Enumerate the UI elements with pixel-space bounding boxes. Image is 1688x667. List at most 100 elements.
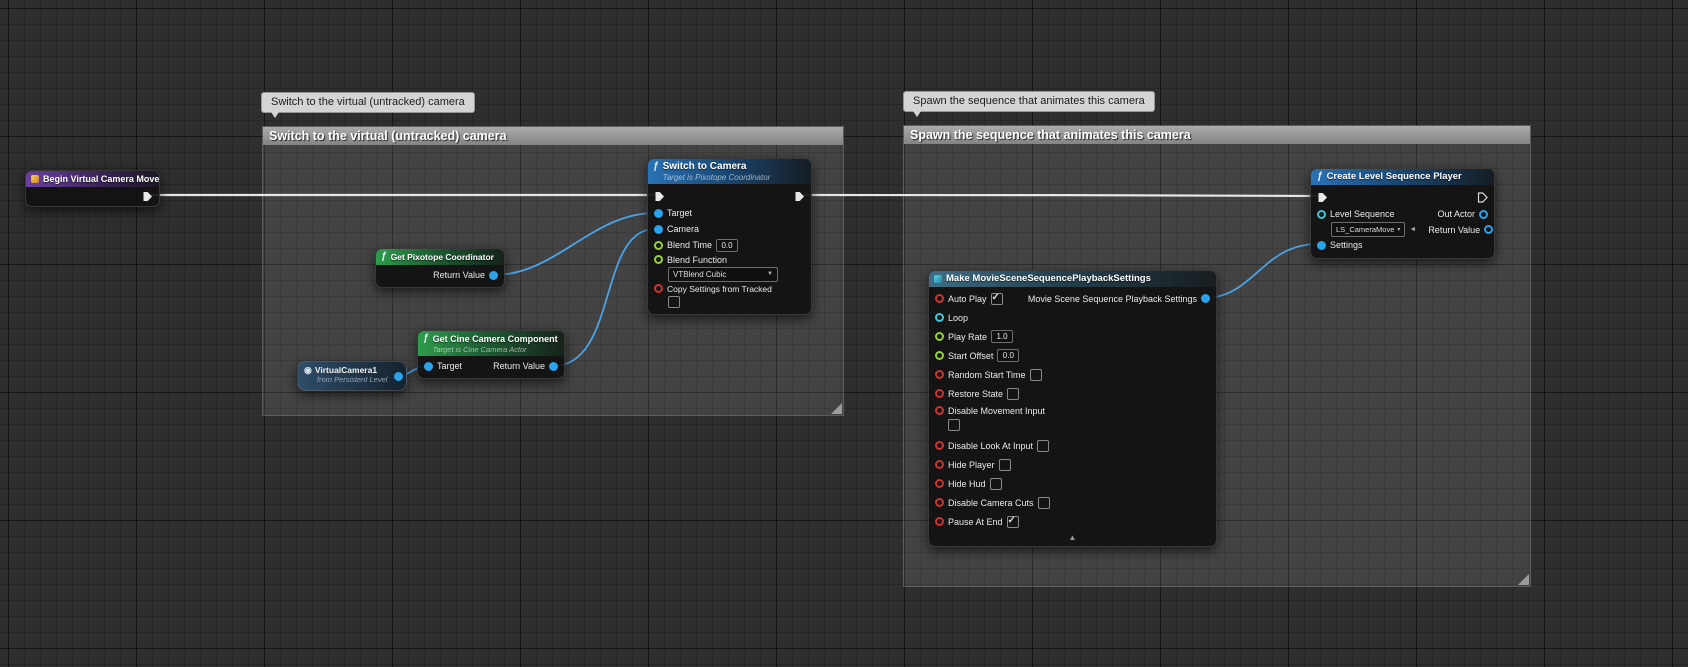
exec-in-pin[interactable] (654, 191, 665, 202)
actor-out-pin[interactable] (394, 372, 403, 381)
settings-out-pin[interactable] (1201, 294, 1210, 303)
level-sequence-pin[interactable] (1317, 210, 1326, 219)
node-begin-virtual-camera-move[interactable]: Begin Virtual Camera Move (25, 170, 160, 207)
node-title: Get Cine Camera Component (433, 333, 558, 345)
pin-label: Movie Scene Sequence Playback Settings (1028, 294, 1197, 304)
pin-label: Disable Look At Input (948, 441, 1033, 451)
auto-play-checkbox[interactable] (991, 293, 1003, 305)
node-title: Create Level Sequence Player (1327, 171, 1462, 183)
blend-time-pin[interactable] (654, 241, 663, 250)
random-start-time-checkbox[interactable] (1030, 369, 1042, 381)
hide-hud-pin[interactable] (935, 479, 944, 488)
node-create-level-sequence-player[interactable]: ƒ Create Level Sequence Player Level Seq… (1310, 168, 1495, 259)
target-pin[interactable] (424, 362, 433, 371)
exec-out-pin[interactable] (794, 191, 805, 202)
chevron-down-icon: ▼ (767, 271, 773, 277)
pin-label: Pause At End (948, 517, 1003, 527)
node-get-pixotope-coordinator[interactable]: ƒ Get Pixotope Coordinator Return Value (375, 248, 505, 288)
node-get-cine-camera-component[interactable]: ƒ Get Cine Camera Component Target is Ci… (417, 330, 565, 379)
restore-state-checkbox[interactable] (1007, 388, 1019, 400)
settings-pin[interactable] (1317, 241, 1326, 250)
start-offset-input[interactable]: 0.0 (997, 349, 1019, 362)
blueprint-canvas[interactable]: Switch to the virtual (untracked) camera… (0, 0, 1688, 667)
pin-label: Disable Camera Cuts (948, 498, 1034, 508)
pause-at-end-checkbox[interactable] (1007, 516, 1019, 528)
hide-player-checkbox[interactable] (999, 459, 1011, 471)
comment-title[interactable]: Spawn the sequence that animates this ca… (904, 126, 1530, 144)
node-switch-to-camera[interactable]: ƒ Switch to Camera Target is Pixotope Co… (647, 158, 812, 315)
dropdown-value: LS_CameraMove (1336, 225, 1394, 234)
pin-label: Disable Movement Input (948, 406, 1045, 416)
pin-label: Camera (667, 224, 699, 234)
loop-pin[interactable] (935, 313, 944, 322)
pin-label: Blend Function (667, 255, 727, 265)
use-selected-asset-icon[interactable]: ◄ (1409, 226, 1416, 233)
level-sequence-dropdown[interactable]: LS_CameraMove ▾ (1331, 222, 1405, 237)
node-title: Make MovieSceneSequencePlaybackSettings (946, 273, 1151, 285)
auto-play-pin[interactable] (935, 294, 944, 303)
camera-pin[interactable] (654, 225, 663, 234)
event-icon (31, 175, 39, 183)
function-icon: ƒ (653, 161, 659, 173)
exec-out-pin[interactable] (142, 191, 153, 202)
pin-label: Settings (1330, 240, 1363, 250)
copy-settings-checkbox[interactable] (668, 296, 680, 308)
pin-label: Return Value (433, 270, 485, 280)
return-value-pin[interactable] (549, 362, 558, 371)
disable-look-at-input-pin[interactable] (935, 441, 944, 450)
disable-camera-cuts-checkbox[interactable] (1038, 497, 1050, 509)
disable-look-at-input-checkbox[interactable] (1037, 440, 1049, 452)
exec-in-pin[interactable] (1317, 192, 1328, 203)
pin-label: Return Value (493, 361, 545, 371)
node-subtitle: Target is Pixotope Coordinator (663, 173, 771, 182)
copy-settings-pin[interactable] (654, 284, 663, 293)
start-offset-pin[interactable] (935, 351, 944, 360)
node-virtual-camera1-reference[interactable]: ◉ VirtualCamera1 from Persistent Level (297, 361, 407, 391)
blend-time-input[interactable]: 0.0 (716, 239, 738, 252)
target-pin[interactable] (654, 209, 663, 218)
pin-label: Hide Hud (948, 479, 986, 489)
pin-label: Level Sequence (1330, 209, 1395, 219)
pin-label: Random Start Time (948, 370, 1026, 380)
hide-hud-checkbox[interactable] (990, 478, 1002, 490)
disable-camera-cuts-pin[interactable] (935, 498, 944, 507)
disable-movement-input-checkbox[interactable] (948, 419, 960, 431)
play-rate-input[interactable]: 1.0 (991, 330, 1013, 343)
pin-label: Auto Play (948, 294, 987, 304)
node-title: Switch to Camera (663, 161, 771, 173)
random-start-time-pin[interactable] (935, 370, 944, 379)
function-icon: ƒ (423, 333, 429, 345)
pin-label: Target (667, 208, 692, 218)
pin-label: Blend Time (667, 240, 712, 250)
node-title: VirtualCamera1 (315, 365, 377, 375)
pin-label: Return Value (1428, 225, 1480, 235)
return-value-pin[interactable] (489, 271, 498, 280)
disable-movement-input-pin[interactable] (935, 406, 944, 415)
out-actor-pin[interactable] (1479, 210, 1488, 219)
pin-label: Copy Settings from Tracked (667, 284, 772, 294)
collapse-arrow-icon[interactable]: ▲ (929, 531, 1216, 544)
play-rate-pin[interactable] (935, 332, 944, 341)
chevron-down-icon: ▾ (1397, 226, 1400, 233)
node-make-playback-settings[interactable]: Make MovieSceneSequencePlaybackSettings … (928, 270, 1217, 547)
camera-actor-icon: ◉ (304, 365, 312, 375)
pin-label: Target (437, 361, 462, 371)
comment-bubble-switch-camera: Switch to the virtual (untracked) camera (261, 92, 475, 113)
node-subtitle: Target is Cine Camera Actor (433, 345, 558, 354)
return-value-pin[interactable] (1484, 225, 1493, 234)
restore-state-pin[interactable] (935, 389, 944, 398)
node-title: Begin Virtual Camera Move (43, 173, 159, 185)
blend-function-dropdown[interactable]: VTBlend Cubic ▼ (668, 267, 778, 282)
pin-label: Hide Player (948, 460, 995, 470)
hide-player-pin[interactable] (935, 460, 944, 469)
comment-title[interactable]: Switch to the virtual (untracked) camera (263, 127, 843, 145)
blend-function-pin[interactable] (654, 255, 663, 264)
function-icon: ƒ (381, 251, 387, 263)
pause-at-end-pin[interactable] (935, 517, 944, 526)
pin-label: Out Actor (1437, 209, 1475, 219)
exec-out-pin[interactable] (1477, 192, 1488, 203)
pin-label: Restore State (948, 389, 1003, 399)
pin-label: Start Offset (948, 351, 993, 361)
node-subtitle: from Persistent Level (317, 375, 392, 384)
function-icon: ƒ (1317, 171, 1323, 183)
